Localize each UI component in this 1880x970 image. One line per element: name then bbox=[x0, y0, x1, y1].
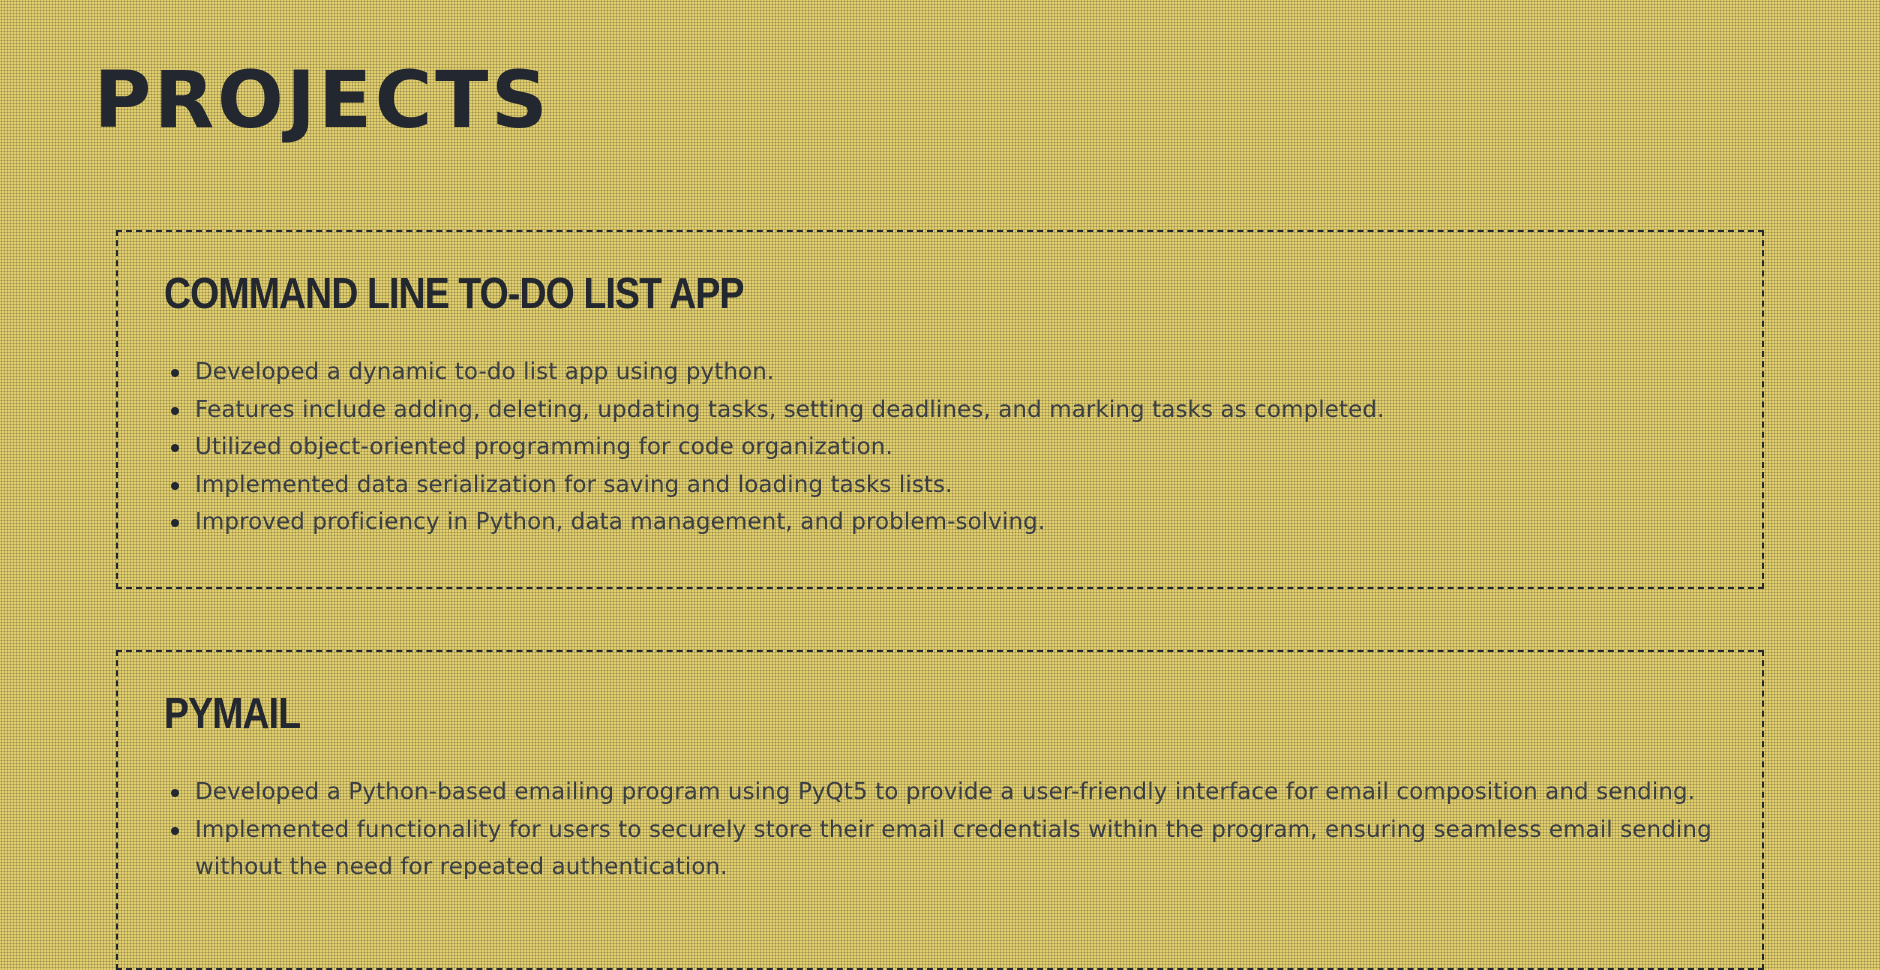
project-bullet: Developed a Python-based emailing progra… bbox=[171, 774, 1716, 812]
project-title: Command Line To-Do List App bbox=[164, 269, 744, 318]
page-title: Projects bbox=[94, 56, 551, 146]
project-bullet: Utilized object-oriented programming for… bbox=[171, 429, 1716, 467]
project-title: PyMail bbox=[164, 689, 301, 738]
project-bullet: Implemented data serialization for savin… bbox=[171, 467, 1716, 505]
project-card-todo-app: Command Line To-Do List App Developed a … bbox=[116, 230, 1764, 589]
project-bullet: Implemented functionality for users to s… bbox=[171, 812, 1716, 887]
project-bullet-list: Developed a dynamic to-do list app using… bbox=[164, 354, 1716, 542]
projects-page: Projects Command Line To-Do List App Dev… bbox=[0, 0, 1880, 970]
project-bullet: Improved proficiency in Python, data man… bbox=[171, 504, 1716, 542]
project-bullet: Developed a dynamic to-do list app using… bbox=[171, 354, 1716, 392]
project-bullet-list: Developed a Python-based emailing progra… bbox=[164, 774, 1716, 887]
project-bullet: Features include adding, deleting, updat… bbox=[171, 392, 1716, 430]
project-card-pymail: PyMail Developed a Python-based emailing… bbox=[116, 650, 1764, 970]
